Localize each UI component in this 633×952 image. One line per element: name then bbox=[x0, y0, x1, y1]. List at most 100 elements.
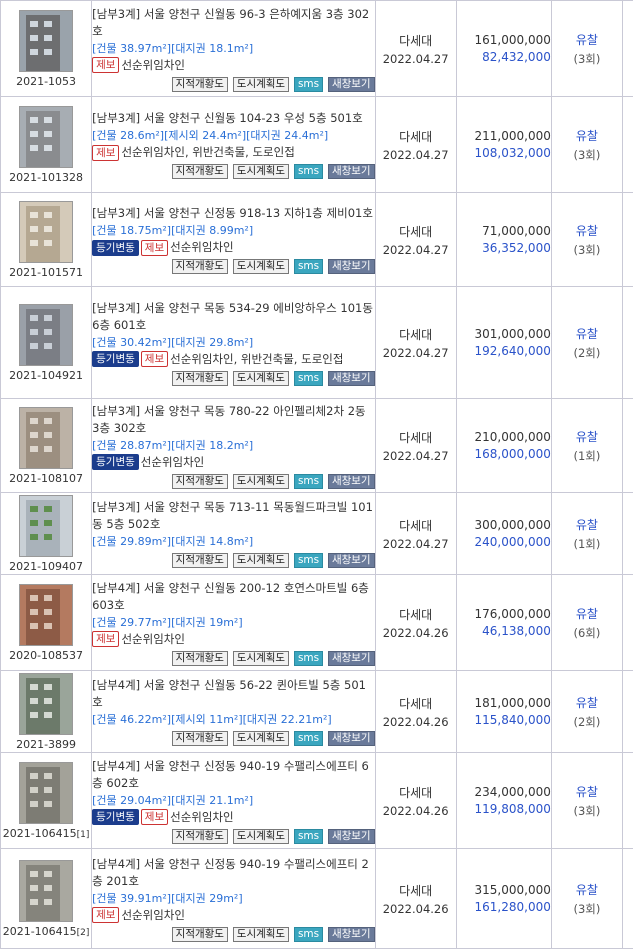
case-number[interactable]: 2021-106415[2] bbox=[3, 925, 90, 938]
table-row[interactable]: 2021-108107 [남부3계] 서울 양천구 목동 780-22 아인펠리… bbox=[0, 398, 633, 493]
case-number[interactable]: 2021-104921 bbox=[9, 369, 83, 382]
case-number[interactable]: 2020-108537 bbox=[9, 649, 83, 662]
photo-cell[interactable]: 2021-101328 bbox=[0, 96, 93, 193]
table-row[interactable]: 2020-108537 [남부4계] 서울 양천구 신월동 200-12 호연스… bbox=[0, 574, 633, 671]
table-row[interactable]: 2021-101571 [남부3계] 서울 양천구 신정동 918-13 지하1… bbox=[0, 192, 633, 287]
address-link[interactable]: [남부4계] 서울 양천구 신정동 940-19 수팰리스에프티 6층 602호 bbox=[92, 758, 374, 792]
sms-button[interactable]: sms bbox=[293, 370, 324, 386]
city-plan-button[interactable]: 도시계획도 bbox=[232, 650, 290, 666]
cadastral-map-button[interactable]: 지적개황도 bbox=[171, 553, 228, 568]
table-row[interactable]: 2021-1053 [남부3계] 서울 양천구 신월동 96-3 은하예지움 3… bbox=[0, 0, 633, 97]
new-window-button[interactable]: 새창보기 bbox=[327, 164, 375, 179]
address-link[interactable]: [남부3계] 서울 양천구 신월동 96-3 은하예지움 3층 302호 bbox=[92, 6, 374, 40]
photo-cell[interactable]: 2021-1053 bbox=[0, 0, 93, 97]
table-row[interactable]: 2021-106415[2] [남부4계] 서울 양천구 신정동 940-19 … bbox=[0, 848, 633, 949]
property-photo[interactable] bbox=[19, 303, 74, 366]
registry-change-badge[interactable]: 등기변동 bbox=[92, 239, 139, 256]
report-badge[interactable]: 제보 bbox=[140, 809, 169, 825]
sms-button[interactable]: sms bbox=[293, 926, 324, 942]
case-number[interactable]: 2021-106415[1] bbox=[3, 827, 90, 840]
city-plan-button[interactable]: 도시계획도 bbox=[232, 164, 290, 179]
case-number[interactable]: 2021-3899 bbox=[16, 738, 76, 751]
case-number[interactable]: 2021-101571 bbox=[9, 266, 83, 279]
case-number[interactable]: 2021-108107 bbox=[9, 472, 83, 485]
new-window-button[interactable]: 새창보기 bbox=[327, 259, 375, 274]
case-number[interactable]: 2021-1053 bbox=[16, 75, 76, 88]
city-plan-button[interactable]: 도시계획도 bbox=[232, 76, 290, 92]
sms-button[interactable]: sms bbox=[293, 731, 324, 746]
city-plan-button[interactable]: 도시계획도 bbox=[232, 553, 290, 568]
case-number[interactable]: 2021-101328 bbox=[9, 171, 83, 184]
new-window-button[interactable]: 새창보기 bbox=[327, 76, 375, 92]
photo-cell[interactable]: 2020-108537 bbox=[0, 574, 93, 671]
property-photo[interactable] bbox=[19, 9, 74, 72]
sms-button[interactable]: sms bbox=[293, 164, 324, 179]
sms-button[interactable]: sms bbox=[293, 553, 324, 568]
sms-button[interactable]: sms bbox=[293, 650, 324, 666]
photo-cell[interactable]: 2021-106415[1] bbox=[0, 752, 93, 849]
case-number[interactable]: 2021-109407 bbox=[9, 560, 83, 573]
city-plan-button[interactable]: 도시계획도 bbox=[232, 926, 290, 942]
cadastral-map-button[interactable]: 지적개황도 bbox=[171, 259, 228, 274]
report-badge[interactable]: 제보 bbox=[92, 907, 120, 923]
report-badge[interactable]: 제보 bbox=[140, 351, 169, 367]
sms-button[interactable]: sms bbox=[293, 828, 324, 844]
registry-change-badge[interactable]: 등기변동 bbox=[92, 454, 139, 470]
new-window-button[interactable]: 새창보기 bbox=[327, 926, 375, 942]
sms-button[interactable]: sms bbox=[293, 259, 324, 274]
address-link[interactable]: [남부4계] 서울 양천구 신정동 940-19 수팰리스에프티 2층 201호 bbox=[92, 856, 374, 890]
property-photo[interactable] bbox=[19, 761, 74, 824]
photo-cell[interactable]: 2021-104921 bbox=[0, 286, 93, 399]
address-link[interactable]: [남부3계] 서울 양천구 목동 534-29 에비앙하우스 101동 6층 6… bbox=[92, 300, 374, 334]
property-photo[interactable] bbox=[19, 105, 74, 168]
sms-button[interactable]: sms bbox=[293, 473, 324, 489]
new-window-button[interactable]: 새창보기 bbox=[327, 828, 375, 844]
report-badge[interactable]: 제보 bbox=[92, 57, 120, 73]
photo-cell[interactable]: 2021-106415[2] bbox=[0, 848, 93, 949]
city-plan-button[interactable]: 도시계획도 bbox=[232, 370, 290, 386]
table-row[interactable]: 2021-109407 [남부3계] 서울 양천구 목동 713-11 목동월드… bbox=[0, 492, 633, 575]
address-link[interactable]: [남부3계] 서울 양천구 목동 780-22 아인펠리체2차 2동 3층 30… bbox=[92, 403, 374, 437]
city-plan-button[interactable]: 도시계획도 bbox=[232, 731, 290, 746]
table-row[interactable]: 2021-104921 [남부3계] 서울 양천구 목동 534-29 에비앙하… bbox=[0, 286, 633, 399]
table-row[interactable]: 2021-101328 [남부3계] 서울 양천구 신월동 104-23 우성 … bbox=[0, 96, 633, 193]
new-window-button[interactable]: 새창보기 bbox=[327, 731, 375, 746]
report-badge[interactable]: 제보 bbox=[140, 239, 169, 256]
new-window-button[interactable]: 새창보기 bbox=[327, 370, 375, 386]
photo-cell[interactable]: 2021-3899 bbox=[0, 670, 93, 753]
new-window-button[interactable]: 새창보기 bbox=[327, 650, 375, 666]
registry-change-badge[interactable]: 등기변동 bbox=[92, 351, 139, 367]
cadastral-map-button[interactable]: 지적개황도 bbox=[171, 650, 228, 666]
city-plan-button[interactable]: 도시계획도 bbox=[232, 259, 290, 274]
cadastral-map-button[interactable]: 지적개황도 bbox=[171, 76, 228, 92]
cadastral-map-button[interactable]: 지적개황도 bbox=[171, 370, 228, 386]
city-plan-button[interactable]: 도시계획도 bbox=[232, 473, 290, 489]
property-photo[interactable] bbox=[19, 494, 74, 557]
address-link[interactable]: [남부4계] 서울 양천구 신월동 56-22 퀸아트빌 5층 501호 bbox=[92, 677, 374, 711]
sms-button[interactable]: sms bbox=[293, 76, 324, 92]
property-photo[interactable] bbox=[19, 672, 74, 735]
registry-change-badge[interactable]: 등기변동 bbox=[92, 809, 139, 825]
property-photo[interactable] bbox=[19, 200, 74, 263]
address-link[interactable]: [남부3계] 서울 양천구 목동 713-11 목동월드파크빌 101동 5층 … bbox=[92, 499, 374, 533]
photo-cell[interactable]: 2021-101571 bbox=[0, 192, 93, 287]
photo-cell[interactable]: 2021-108107 bbox=[0, 398, 93, 493]
photo-cell[interactable]: 2021-109407 bbox=[0, 492, 93, 575]
city-plan-button[interactable]: 도시계획도 bbox=[232, 828, 290, 844]
property-photo[interactable] bbox=[19, 859, 74, 922]
report-badge[interactable]: 제보 bbox=[92, 144, 120, 161]
new-window-button[interactable]: 새창보기 bbox=[327, 553, 375, 568]
property-photo[interactable] bbox=[19, 406, 74, 469]
report-badge[interactable]: 제보 bbox=[92, 631, 120, 647]
address-link[interactable]: [남부3계] 서울 양천구 신월동 104-23 우성 5층 501호 bbox=[92, 110, 374, 127]
cadastral-map-button[interactable]: 지적개황도 bbox=[171, 731, 228, 746]
cadastral-map-button[interactable]: 지적개황도 bbox=[171, 926, 228, 942]
property-photo[interactable] bbox=[19, 583, 74, 646]
cadastral-map-button[interactable]: 지적개황도 bbox=[171, 473, 228, 489]
table-row[interactable]: 2021-106415[1] [남부4계] 서울 양천구 신정동 940-19 … bbox=[0, 752, 633, 849]
address-link[interactable]: [남부3계] 서울 양천구 신정동 918-13 지하1층 제비01호 bbox=[92, 205, 374, 222]
cadastral-map-button[interactable]: 지적개황도 bbox=[171, 164, 228, 179]
table-row[interactable]: 2021-3899 [남부4계] 서울 양천구 신월동 56-22 퀸아트빌 5… bbox=[0, 670, 633, 753]
cadastral-map-button[interactable]: 지적개황도 bbox=[171, 828, 228, 844]
new-window-button[interactable]: 새창보기 bbox=[327, 473, 375, 489]
